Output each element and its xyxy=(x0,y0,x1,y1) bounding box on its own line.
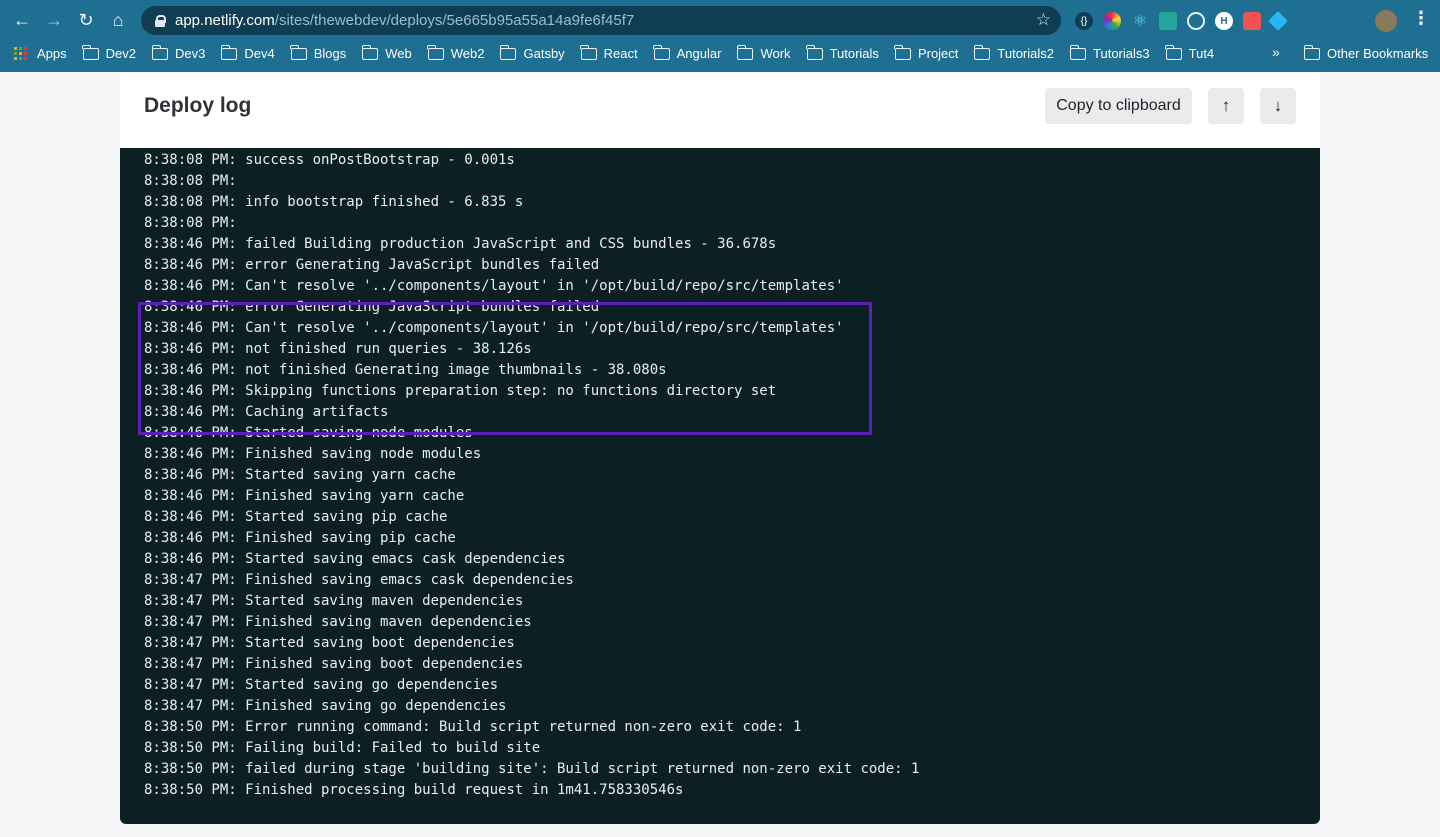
folder-icon xyxy=(1303,44,1320,60)
folder-icon xyxy=(736,44,754,60)
log-output[interactable]: 8:38:08 PM: success onPostBootstrap - 0.… xyxy=(120,148,1320,824)
home-icon[interactable]: ⌂ xyxy=(102,5,134,37)
log-line: 8:38:46 PM: error Generating JavaScript … xyxy=(144,299,600,315)
folder-icon xyxy=(806,44,823,60)
log-line: 8:38:46 PM: Caching artifacts xyxy=(144,404,389,420)
log-line: 8:38:46 PM: Can't resolve '../components… xyxy=(144,278,844,294)
bookmark-folder[interactable]: React xyxy=(580,44,638,61)
arrow-down-icon[interactable]: ↓ xyxy=(1260,88,1296,124)
bookmark-apps[interactable]: Apps xyxy=(14,46,67,61)
log-line: 8:38:46 PM: Started saving node modules xyxy=(144,425,473,441)
bookmark-folder[interactable]: Dev2 xyxy=(82,44,136,61)
log-line: 8:38:46 PM: error Generating JavaScript … xyxy=(144,257,600,273)
bookmark-folder[interactable]: Tutorials xyxy=(806,44,879,61)
log-line: 8:38:46 PM: not finished run queries - 3… xyxy=(144,341,532,357)
log-line: 8:38:08 PM: success onPostBootstrap - 0.… xyxy=(144,152,515,168)
log-line: 8:38:47 PM: Finished saving go dependenc… xyxy=(144,698,507,714)
log-line: 8:38:50 PM: Failing build: Failed to bui… xyxy=(144,740,541,756)
apps-grid-icon xyxy=(14,46,28,61)
url-path: /sites/thewebdev/deploys/5e665b95a55a14a… xyxy=(274,12,635,29)
bookmark-folder[interactable]: Tutorials2 xyxy=(973,44,1054,61)
bookmark-folder[interactable]: Dev4 xyxy=(220,44,275,61)
log-lines: 8:38:08 PM: success onPostBootstrap - 0.… xyxy=(144,150,1294,801)
log-line: 8:38:46 PM: Skipping functions preparati… xyxy=(144,383,777,399)
log-line: 8:38:47 PM: Started saving boot dependen… xyxy=(144,635,515,651)
bookmark-folder[interactable]: Angular xyxy=(653,44,721,61)
log-line: 8:38:47 PM: Finished saving boot depende… xyxy=(144,656,524,672)
bookmark-folder[interactable]: Tut4 xyxy=(1165,44,1214,61)
star-icon[interactable]: ☆ xyxy=(1036,10,1051,30)
folder-icon xyxy=(973,44,991,60)
folder-icon xyxy=(580,44,597,60)
back-icon[interactable]: ← xyxy=(6,5,38,37)
log-line: 8:38:08 PM: info bootstrap finished - 6.… xyxy=(144,194,524,210)
log-line: 8:38:46 PM: Started saving pip cache xyxy=(144,509,448,525)
menu-icon[interactable]: ⋮ xyxy=(1412,8,1430,29)
folder-icon xyxy=(151,44,168,60)
bookmark-folder[interactable]: Web2 xyxy=(427,44,484,61)
avatar[interactable] xyxy=(1375,10,1397,32)
folder-icon xyxy=(499,44,517,60)
log-line: 8:38:46 PM: Finished saving pip cache xyxy=(144,530,456,546)
folder-icon xyxy=(1069,44,1087,60)
reload-icon[interactable]: ↻ xyxy=(70,5,102,37)
react-icon[interactable]: ⚛ xyxy=(1131,12,1149,30)
log-line: 8:38:50 PM: Finished processing build re… xyxy=(144,782,684,798)
deploy-log-card: Deploy log Copy to clipboard ↑ ↓ 8:38:08… xyxy=(120,72,1320,824)
bookmark-folder[interactable]: Web xyxy=(361,44,412,61)
lock-icon xyxy=(155,14,166,27)
bookmark-folder[interactable]: Tutorials3 xyxy=(1069,44,1150,61)
extensions: {} ⚛ H xyxy=(1075,9,1288,33)
log-line: 8:38:47 PM: Started saving maven depende… xyxy=(144,593,524,609)
deploy-log-header: Deploy log Copy to clipboard ↑ ↓ xyxy=(120,72,1320,148)
url-host: app.netlify.com xyxy=(175,12,275,29)
folder-icon xyxy=(894,44,911,60)
log-line: 8:38:46 PM: Started saving emacs cask de… xyxy=(144,551,566,567)
browser-chrome: ← → ↻ ⌂ app.netlify.com/sites/thewebdev/… xyxy=(0,0,1440,72)
arrow-up-icon[interactable]: ↑ xyxy=(1208,88,1244,124)
forward-icon[interactable]: → xyxy=(38,5,70,37)
other-bookmarks[interactable]: Other Bookmarks xyxy=(1303,41,1428,66)
folder-icon xyxy=(220,44,238,60)
log-line: 8:38:47 PM: Finished saving emacs cask d… xyxy=(144,572,574,588)
extension-icon[interactable] xyxy=(1187,12,1205,30)
log-line: 8:38:08 PM: xyxy=(144,173,237,189)
extension-icon[interactable] xyxy=(1103,12,1121,30)
bookmarks-overflow-button[interactable]: » xyxy=(1272,44,1280,60)
address-bar[interactable]: app.netlify.com/sites/thewebdev/deploys/… xyxy=(141,6,1061,35)
folder-icon xyxy=(653,44,670,60)
folder-icon xyxy=(361,44,379,60)
bookmark-folder[interactable]: Work xyxy=(736,44,791,61)
log-line: 8:38:46 PM: failed Building production J… xyxy=(144,236,777,252)
log-line: 8:38:47 PM: Started saving go dependenci… xyxy=(144,677,499,693)
log-line: 8:38:50 PM: Error running command: Build… xyxy=(144,719,802,735)
log-line: 8:38:46 PM: Can't resolve '../components… xyxy=(144,320,844,336)
log-line: 8:38:46 PM: Finished saving yarn cache xyxy=(144,488,465,504)
extension-icon[interactable] xyxy=(1268,11,1288,31)
folder-icon xyxy=(427,44,444,60)
bookmarks-bar: Apps Dev2 Dev3 Dev4 Blogs Web Web2 Gatsb… xyxy=(0,41,1440,66)
folder-icon xyxy=(1165,44,1182,60)
extension-icon[interactable]: {} xyxy=(1075,12,1093,30)
log-line: 8:38:47 PM: Finished saving maven depend… xyxy=(144,614,532,630)
extension-icon[interactable]: H xyxy=(1215,12,1233,30)
bookmark-folder[interactable]: Gatsby xyxy=(499,44,565,61)
bookmark-folder[interactable]: Dev3 xyxy=(151,44,205,61)
folder-icon xyxy=(290,44,307,60)
log-line: 8:38:46 PM: not finished Generating imag… xyxy=(144,362,667,378)
page-title: Deploy log xyxy=(144,94,252,117)
extension-icon[interactable] xyxy=(1243,12,1261,30)
log-line: 8:38:46 PM: Finished saving node modules xyxy=(144,446,482,462)
bookmark-folder[interactable]: Project xyxy=(894,44,958,61)
copy-to-clipboard-button[interactable]: Copy to clipboard xyxy=(1045,88,1192,124)
extension-icon[interactable] xyxy=(1159,12,1177,30)
log-line: 8:38:50 PM: failed during stage 'buildin… xyxy=(144,761,920,777)
log-line: 8:38:08 PM: xyxy=(144,215,237,227)
folder-icon xyxy=(82,44,99,60)
bookmark-folder[interactable]: Blogs xyxy=(290,44,346,61)
log-line: 8:38:46 PM: Started saving yarn cache xyxy=(144,467,456,483)
